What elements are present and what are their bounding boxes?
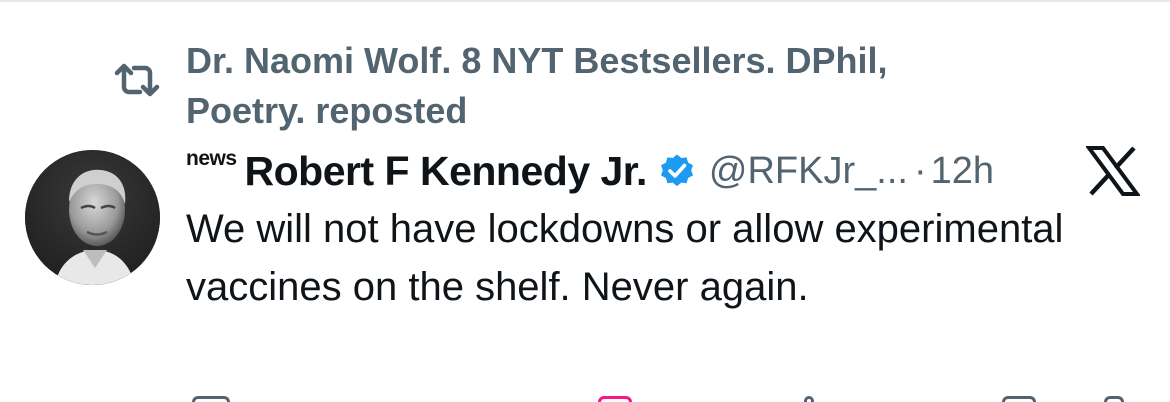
x-logo-icon[interactable] [1086,146,1140,196]
avatar[interactable] [25,150,160,285]
repost-icon [114,63,160,97]
verified-badge-icon[interactable] [659,153,695,189]
news-badge: news [186,147,237,170]
bookmark-icon[interactable] [1002,396,1036,402]
views-icon[interactable] [804,396,814,402]
share-icon[interactable] [1104,396,1124,402]
separator-dot: · [913,149,927,192]
avatar-photo [25,150,160,285]
display-name[interactable]: Robert F Kennedy Jr. [245,148,648,195]
tweet-header: news Robert F Kennedy Jr. @RFKJr_... · 1… [186,140,994,202]
action-bar [0,396,1170,402]
tweet-text: We will not have lockdowns or allow expe… [186,207,1064,309]
user-handle[interactable]: @RFKJr_... [709,150,908,193]
timestamp[interactable]: 12h [931,150,994,193]
repost-attribution[interactable]: Dr. Naomi Wolf. 8 NYT Bestsellers. DPhil… [186,36,1006,136]
like-icon[interactable] [598,396,632,402]
top-divider [0,0,1170,2]
reply-icon[interactable] [192,396,230,402]
